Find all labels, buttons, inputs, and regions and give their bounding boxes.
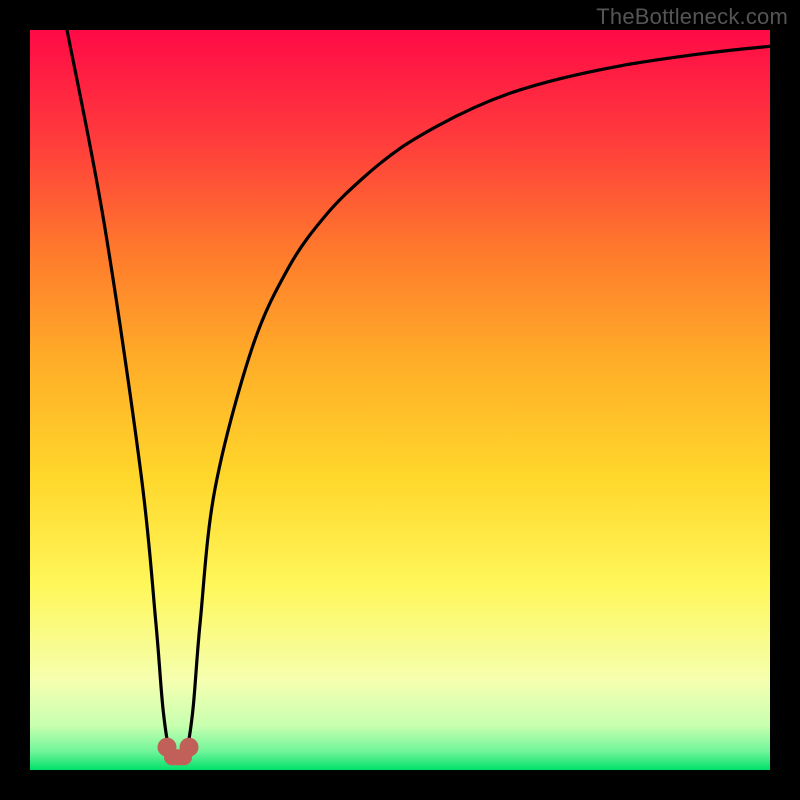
curve-line — [67, 30, 770, 758]
plot-area — [30, 30, 770, 770]
chart-frame: TheBottleneck.com — [0, 0, 800, 800]
valley-marker — [158, 738, 199, 766]
watermark-text: TheBottleneck.com — [596, 4, 788, 30]
curve-layer — [30, 30, 770, 770]
